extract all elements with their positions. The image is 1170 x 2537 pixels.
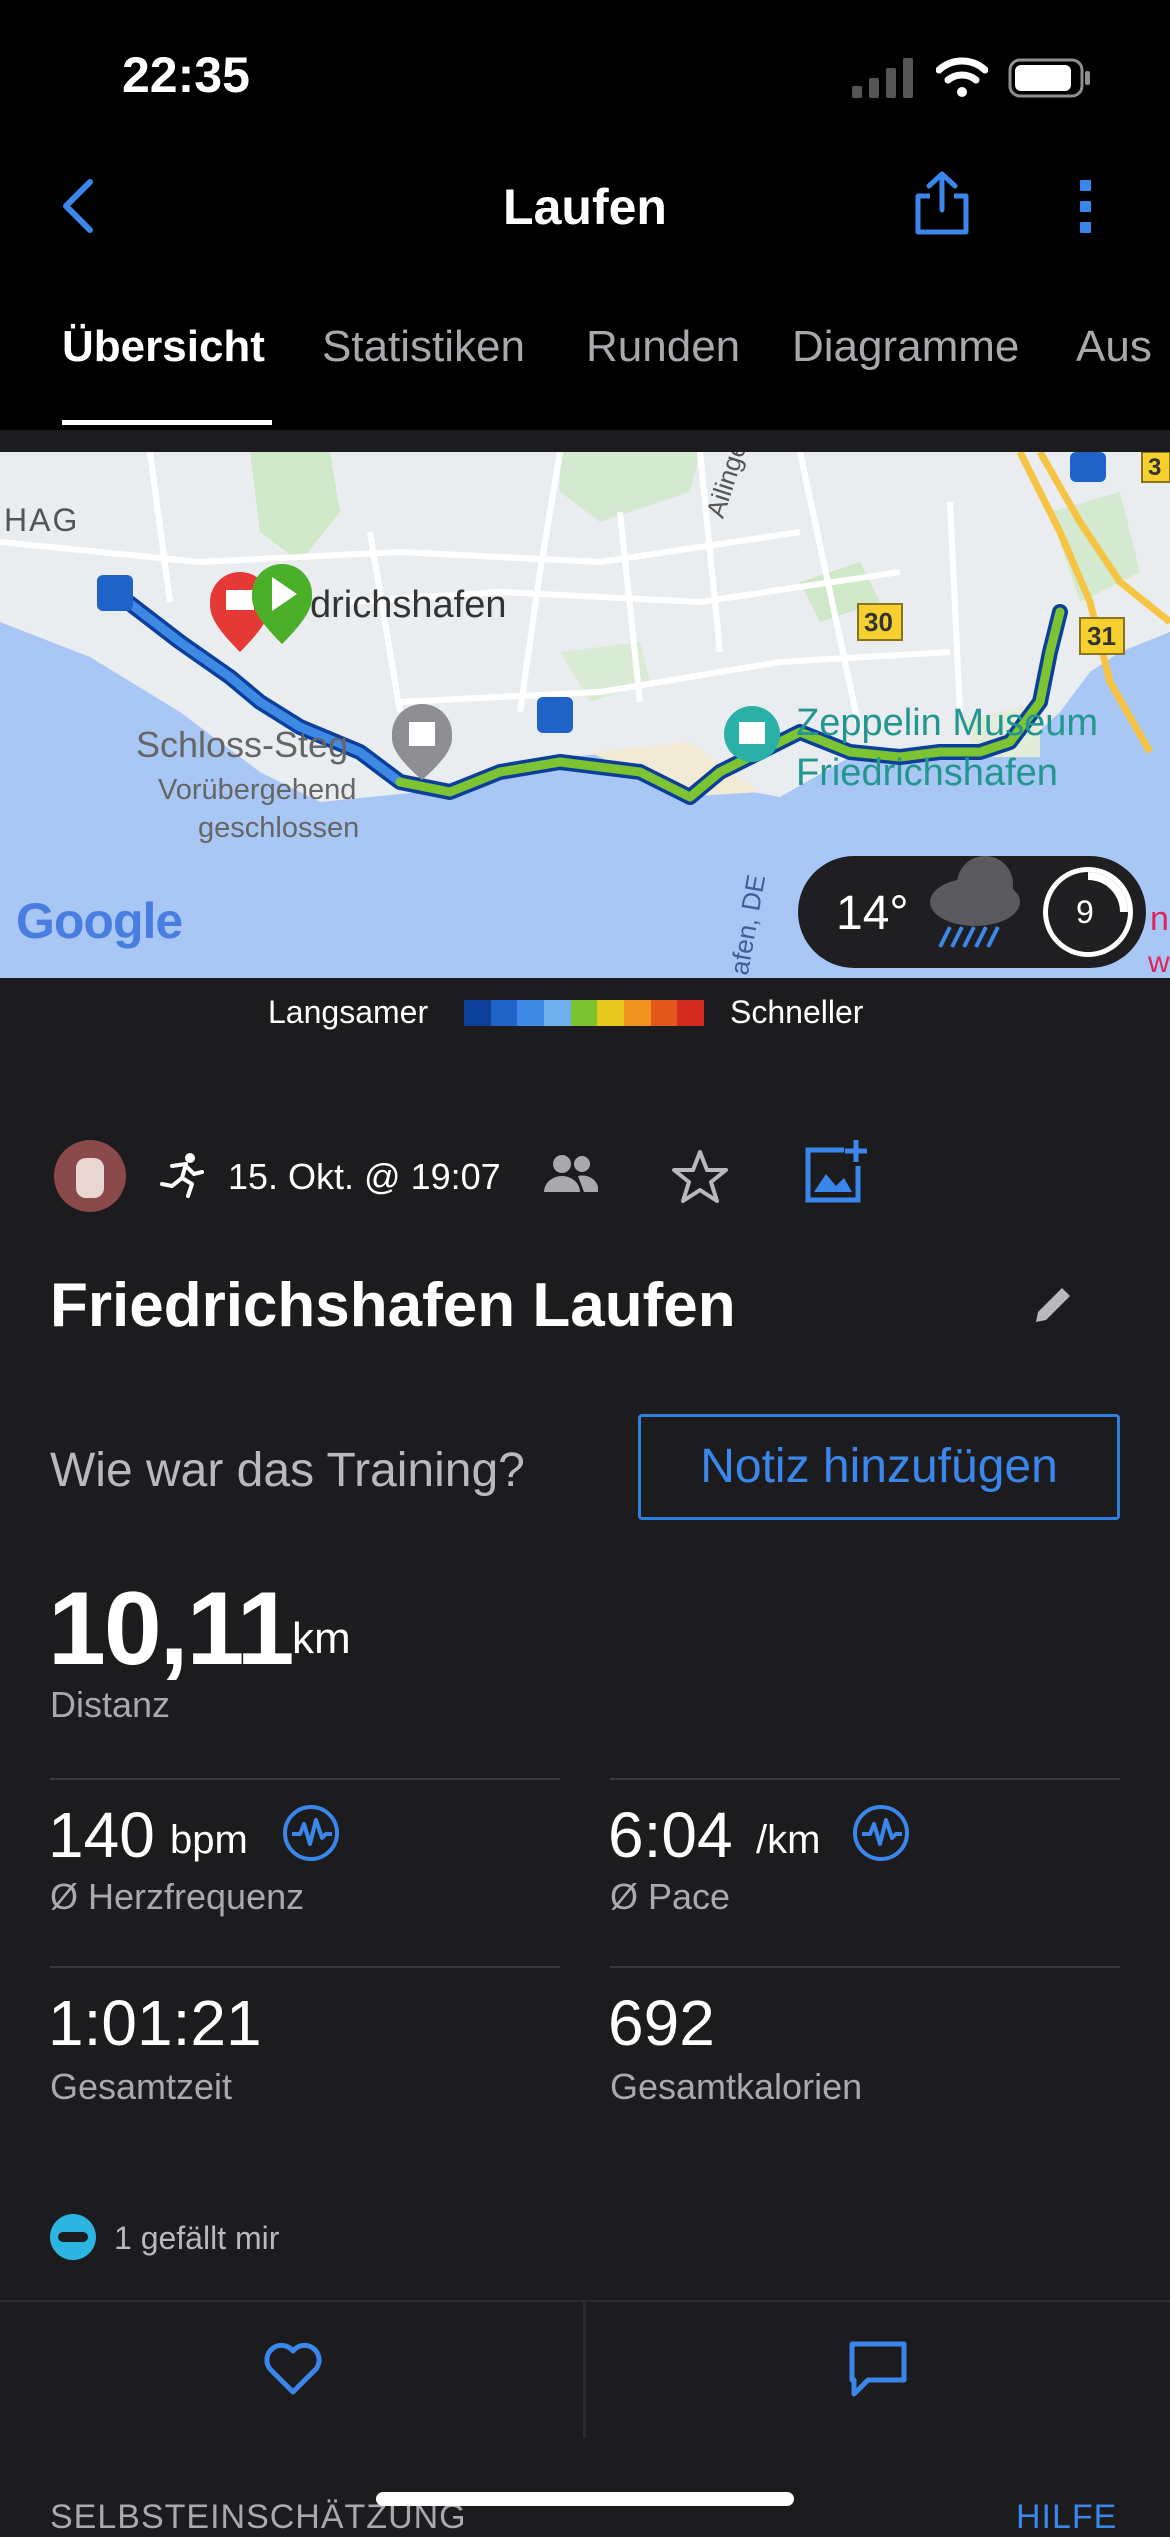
distance-label: Distanz bbox=[50, 1684, 171, 1725]
more-options-icon[interactable] bbox=[1076, 178, 1096, 236]
star-favorite-icon[interactable] bbox=[670, 1148, 730, 1206]
active-tab-indicator bbox=[62, 420, 272, 425]
heart-rate-label: Ø Herzfrequenz bbox=[50, 1876, 305, 1917]
scale-swatch bbox=[544, 1000, 571, 1026]
scale-swatch bbox=[464, 1000, 491, 1026]
distance-value: 10,11 bbox=[48, 1571, 295, 1687]
map-label-road31: 31 bbox=[1087, 621, 1116, 651]
map-label-city: drichshafen bbox=[310, 584, 507, 626]
pace-zone-icon[interactable] bbox=[852, 1804, 910, 1862]
pace-unit: /km bbox=[756, 1818, 821, 1862]
total-time-label: Gesamtzeit bbox=[50, 2066, 233, 2107]
weather-wind: 9 bbox=[1076, 894, 1094, 930]
divider bbox=[50, 1778, 560, 1780]
divider bbox=[50, 1966, 560, 1968]
training-question: Wie war das Training? bbox=[50, 1444, 525, 1497]
scale-swatch bbox=[490, 1000, 518, 1026]
divider bbox=[610, 1966, 1120, 1968]
calories-value: 692 bbox=[608, 1987, 715, 2059]
scale-swatch bbox=[677, 1000, 705, 1026]
heart-rate-value: 140 bbox=[48, 1799, 155, 1871]
scale-swatch bbox=[517, 1000, 545, 1026]
tab-more[interactable]: Aus bbox=[1076, 322, 1152, 372]
scale-swatch bbox=[650, 1000, 678, 1026]
group-icon[interactable] bbox=[542, 1152, 598, 1196]
map-label-museum-1: Zeppelin Museum bbox=[796, 702, 1099, 744]
map-label-hag: HAG bbox=[4, 502, 80, 538]
help-link[interactable]: HILFE bbox=[1016, 2498, 1117, 2537]
share-icon[interactable] bbox=[912, 170, 972, 236]
scale-swatch bbox=[597, 1000, 625, 1026]
total-time-value: 1:01:21 bbox=[48, 1987, 262, 2059]
map-label-museum-2: Friedrichshafen bbox=[796, 752, 1058, 794]
tab-charts[interactable]: Diagramme bbox=[792, 322, 1019, 372]
legend-faster: Schneller bbox=[730, 994, 864, 1030]
wifi-icon bbox=[936, 57, 988, 97]
weather-temperature: 14° bbox=[836, 887, 909, 940]
tab-laps[interactable]: Runden bbox=[586, 322, 740, 372]
likes-count[interactable]: 1 gefällt mir bbox=[114, 2220, 279, 2257]
like-heart-icon[interactable] bbox=[262, 2340, 324, 2396]
heart-rate-unit: bpm bbox=[170, 1818, 248, 1862]
pace-label: Ø Pace bbox=[610, 1876, 731, 1917]
route-map[interactable]: HAG drichshafen Ailinger St 30 31 3 Zepp… bbox=[0, 452, 1170, 978]
liker-avatar[interactable] bbox=[50, 2214, 96, 2260]
tab-overview[interactable]: Übersicht bbox=[62, 322, 265, 372]
pace-color-scale bbox=[464, 1000, 705, 1026]
activity-name: Friedrichshafen Laufen bbox=[50, 1271, 736, 1340]
running-icon bbox=[160, 1153, 204, 1198]
map-label-road3: 3 bbox=[1148, 454, 1162, 481]
map-label-edge-1: n bbox=[1150, 900, 1169, 938]
cellular-signal-icon bbox=[852, 58, 913, 98]
edit-pencil-icon[interactable] bbox=[1030, 1282, 1076, 1328]
legend-slower: Langsamer bbox=[268, 994, 429, 1030]
heart-rate-zone-icon[interactable] bbox=[282, 1804, 340, 1862]
tab-statistics[interactable]: Statistiken bbox=[322, 322, 525, 372]
avatar[interactable] bbox=[54, 1140, 126, 1212]
map-label-castle-1: Schloss-Steg bbox=[136, 724, 349, 765]
home-indicator bbox=[376, 2492, 794, 2506]
map-label-castle-3: geschlossen bbox=[198, 812, 360, 844]
map-label-edge-2: wiese bbox=[1148, 946, 1170, 978]
battery-icon bbox=[1008, 58, 1090, 98]
map-label-road30: 30 bbox=[864, 607, 893, 637]
scale-swatch bbox=[570, 1000, 598, 1026]
page-title: Laufen bbox=[503, 179, 667, 235]
divider bbox=[610, 1778, 1120, 1780]
action-bar-divider bbox=[583, 2302, 586, 2438]
add-photo-icon[interactable] bbox=[804, 1140, 868, 1204]
map-label-castle-2: Vorübergehend bbox=[158, 774, 357, 806]
add-note-button[interactable]: Notiz hinzufügen bbox=[638, 1414, 1120, 1520]
google-logo: Google bbox=[16, 893, 183, 949]
pace-value: 6:04 bbox=[608, 1799, 733, 1871]
comment-icon[interactable] bbox=[848, 2340, 908, 2398]
scale-swatch bbox=[624, 1000, 651, 1026]
status-time: 22:35 bbox=[122, 47, 250, 103]
distance-unit: km bbox=[292, 1614, 351, 1663]
activity-date: 15. Okt. @ 19:07 bbox=[228, 1156, 501, 1197]
calories-label: Gesamtkalorien bbox=[610, 2066, 863, 2107]
